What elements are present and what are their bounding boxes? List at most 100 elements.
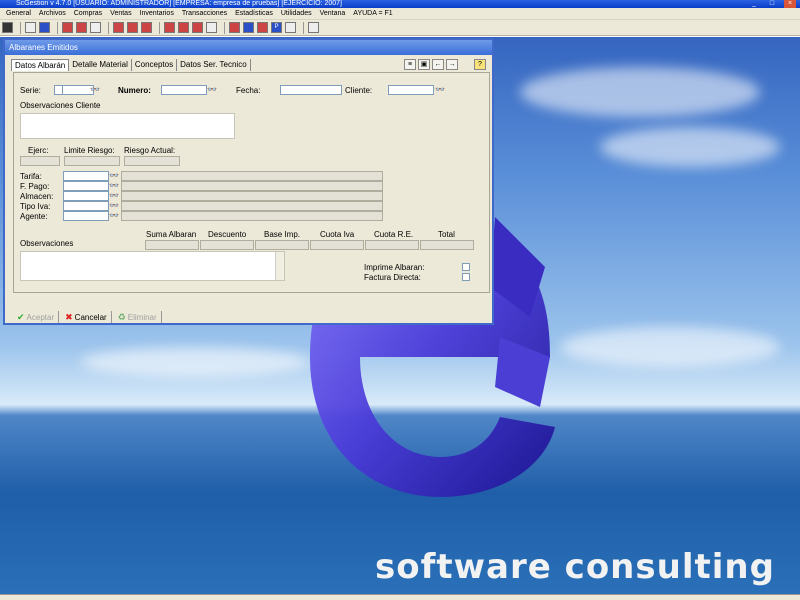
factura-directa-checkbox[interactable] [462,273,470,281]
arrow-right-icon[interactable]: → [446,59,458,70]
suma-albaran-field [145,240,199,250]
cuota-iva-field [310,240,364,250]
x-icon: ✖ [65,311,73,322]
truck-icon[interactable] [113,22,124,33]
table-icon[interactable] [178,22,189,33]
menu-ayuda[interactable]: AYUDA = F1 [349,10,396,17]
tab-conceptos[interactable]: Conceptos [132,59,178,71]
tarifa-search-icon[interactable]: 👓 [109,171,119,181]
calculator-icon[interactable] [2,22,13,33]
numero-search-icon[interactable]: 👓 [207,85,217,95]
cancelar-button[interactable]: ✖ Cancelar [61,311,112,323]
imprime-albaran-checkbox[interactable] [462,263,470,271]
menu-general[interactable]: General [2,10,35,17]
total-field [420,240,474,250]
menu-archivos[interactable]: Archivos [35,10,70,17]
fpago-desc [121,181,383,191]
menu-utilidades[interactable]: Utilidades [277,10,316,17]
print-icon[interactable]: ▣ [418,59,430,70]
cloud [80,347,310,377]
almacen-desc [121,191,383,201]
arrow-left-icon[interactable]: ← [432,59,444,70]
help-diamond-icon[interactable] [308,22,319,33]
save-icon[interactable] [39,22,50,33]
list-icon[interactable]: ≡ [404,59,416,70]
cloud [600,127,780,167]
users-icon[interactable] [25,22,36,33]
status-bar [0,594,800,600]
stock-icon[interactable] [257,22,268,33]
menu-inventarios[interactable]: Inventarios [136,10,178,17]
fpago-input[interactable] [63,181,109,191]
aceptar-button[interactable]: ✔ Aceptar [13,311,60,323]
tarifa-input[interactable] [63,171,109,181]
report-icon[interactable] [164,22,175,33]
fecha-input[interactable] [280,85,342,95]
p-icon[interactable]: P [271,22,282,33]
tipo-iva-input[interactable] [63,201,109,211]
clipboard-icon[interactable] [90,22,101,33]
tag-icon[interactable] [285,22,296,33]
main-toolbar: P [0,20,800,36]
minimize-icon[interactable]: _ [748,0,760,8]
serie-label: Serie: [20,86,41,95]
serie-search-icon[interactable]: 👓 [90,85,100,95]
window-icon[interactable] [243,22,254,33]
grid-icon[interactable] [192,22,203,33]
tab-detalle-material[interactable]: Detalle Material [69,59,132,71]
almacen-label: Almacen: [20,192,54,201]
check-icon: ✔ [17,311,25,322]
order-icon[interactable] [127,22,138,33]
numero-label: Numero: [118,86,151,95]
diamond-icon[interactable] [206,22,217,33]
observaciones-label: Observaciones [20,239,74,248]
agente-input[interactable] [63,211,109,221]
maximize-icon[interactable]: □ [766,0,778,8]
agente-search-icon[interactable]: 👓 [109,211,119,221]
dialog-tabs: Datos Albarán Detalle Material Conceptos… [11,59,251,71]
help-icon[interactable]: ? [474,59,486,70]
tipo-iva-search-icon[interactable]: 👓 [109,201,119,211]
observaciones-field[interactable] [20,251,285,281]
numero-input[interactable] [161,85,207,95]
observaciones-scrollbar[interactable] [275,252,284,280]
dialog-toolbar: ≡ ▣ ← → ? [404,59,486,70]
menu-compras[interactable]: Compras [70,10,106,17]
dialog-buttons: ✔ Aceptar ✖ Cancelar ♻ Eliminar [13,311,162,323]
tipo-iva-label: Tipo Iva: [20,202,51,211]
sales-icon[interactable] [141,22,152,33]
chart-icon[interactable] [229,22,240,33]
cloud [520,67,760,117]
cuota-re-header: Cuota R.E. [374,230,414,239]
almacen-search-icon[interactable]: 👓 [109,191,119,201]
document-red-icon[interactable] [62,22,73,33]
fecha-label: Fecha: [236,86,261,95]
almacen-input[interactable] [63,191,109,201]
tipo-iva-desc [121,201,383,211]
limite-riesgo-label: Limite Riesgo: [64,146,115,155]
factura-directa-label: Factura Directa: [364,273,421,282]
base-imp-header: Base Imp. [264,230,301,239]
cliente-input[interactable] [388,85,434,95]
cliente-search-icon[interactable]: 👓 [435,85,445,95]
invoice-icon[interactable] [76,22,87,33]
eliminar-button[interactable]: ♻ Eliminar [114,311,162,323]
menu-transacciones[interactable]: Transacciones [178,10,231,17]
tab-datos-albaran[interactable]: Datos Albarán [11,59,70,71]
cloud [560,327,780,367]
menu-ventas[interactable]: Ventas [106,10,135,17]
brand-text: software consulting [375,547,775,587]
descuento-field [200,240,254,250]
window-title: ScGestion v 4.7.0 [USUARIO: ADMINISTRADO… [16,0,343,7]
obs-cliente-field[interactable] [20,113,235,139]
ejerc-field [20,156,60,166]
cuota-iva-header: Cuota Iva [320,230,355,239]
menu-ventana[interactable]: Ventana [316,10,350,17]
close-icon[interactable]: × [784,0,796,8]
agente-label: Agente: [20,212,48,221]
fpago-search-icon[interactable]: 👓 [109,181,119,191]
datos-albaran-panel: Serie: 👓 Numero: 👓 Fecha: Cliente: 👓 Obs… [13,72,490,293]
menu-estadisticas[interactable]: Estadísticas [231,10,277,17]
tab-datos-ser-tecnico[interactable]: Datos Ser. Tecnico [177,59,251,71]
riesgo-actual-label: Riesgo Actual: [124,146,176,155]
